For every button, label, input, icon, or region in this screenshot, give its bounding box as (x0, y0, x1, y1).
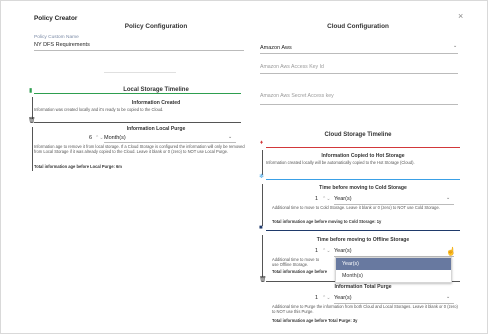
local-purge-title: Information Local Purge (126, 126, 186, 132)
total-purge-title: Information Total Purge (334, 284, 392, 290)
total-purge-desc: Additional time to Purge the information… (272, 304, 458, 314)
dropdown-option-years[interactable]: Year(s) (336, 258, 451, 270)
secret-key-input[interactable]: Amazon Aws Secret Access key (260, 93, 334, 99)
total-purge-stepper[interactable]: ⌃⌄ (322, 295, 331, 301)
dialog-title: Policy Creator (34, 15, 78, 22)
local-purge-total: Total information age before Local Purge… (34, 164, 122, 169)
local-purge-value[interactable]: 6 (89, 135, 92, 141)
policy-name-input[interactable]: NY DFS Requirements (34, 42, 90, 48)
unit-dropdown-menu: Year(s) Month(s) (335, 257, 452, 283)
local-purge-unit-select[interactable]: Month(s) (104, 135, 126, 141)
cold-unit-select[interactable]: Year(s) (334, 196, 352, 202)
local-purge-connector (32, 127, 33, 171)
policy-config-header: Policy Configuration (124, 23, 188, 30)
hot-title: Information Copied to Hot Storage (321, 153, 405, 159)
cloud-config-header: Cloud Configuration (327, 23, 389, 30)
cold-connector (262, 184, 263, 226)
total-purge-total: Total information age before Total Purge… (272, 318, 358, 323)
local-timeline-connector (32, 97, 33, 119)
chevron-down-icon[interactable]: ⌄ (446, 195, 450, 201)
flame-icon: ♦ (260, 140, 264, 146)
hot-desc: Information created locally will be auto… (266, 160, 415, 165)
hot-line (266, 147, 460, 148)
secret-key-underline (260, 104, 458, 105)
provider-underline (260, 53, 458, 54)
offline-connector (262, 235, 263, 277)
offline-value[interactable]: 1 (315, 248, 318, 254)
folder-icon: ■ (259, 225, 263, 231)
trash-icon: 🗑 (259, 277, 267, 283)
cold-total: Total information age before moving to C… (272, 219, 382, 224)
access-key-id-underline (260, 73, 458, 74)
offline-total: Total information age before (272, 269, 327, 274)
chevron-down-icon[interactable]: ⌄ (228, 134, 232, 140)
cold-title: Time before moving to Cold Storage (319, 185, 407, 191)
cold-stepper[interactable]: ⌃⌄ (322, 196, 331, 202)
local-purge-unit-underline (104, 142, 236, 143)
offline-unit-select[interactable]: Year(s) (334, 248, 352, 254)
close-icon[interactable]: × (458, 11, 463, 21)
created-title: Information Created (131, 100, 181, 106)
cold-line (266, 179, 460, 180)
policy-name-label: Policy Custom Name (34, 35, 79, 40)
offline-stepper[interactable]: ⌃⌄ (322, 248, 331, 254)
local-purge-line (34, 122, 241, 123)
cold-value[interactable]: 1 (315, 196, 318, 202)
total-purge-unit-select[interactable]: Year(s) (334, 295, 352, 301)
cold-desc: Additional time to move to Cold Storage.… (272, 205, 440, 210)
chevron-down-icon[interactable]: ⌄ (453, 43, 457, 49)
cloud-timeline-title: Cloud Storage Timeline (324, 132, 392, 138)
cloud-provider-select[interactable]: Amazon Aws (260, 45, 292, 51)
dropdown-option-months[interactable]: Month(s) (336, 270, 451, 282)
hot-connector (262, 150, 263, 175)
local-purge-stepper[interactable]: ⌃⌄ (95, 135, 104, 141)
local-purge-desc: Information age to remove it from local … (34, 144, 245, 154)
policy-name-underline (34, 50, 244, 51)
left-divider (104, 72, 176, 73)
snowflake-icon: ❄ (259, 174, 265, 180)
total-purge-value[interactable]: 1 (315, 295, 318, 301)
offline-title: Time before moving to Offline Storage (316, 237, 410, 243)
access-key-id-input[interactable]: Amazon Aws Access Key Id (260, 64, 324, 70)
document-icon: ▮ (29, 88, 33, 94)
created-desc: Information was created locally and it's… (34, 107, 164, 112)
chevron-down-icon[interactable]: ⌄ (446, 294, 450, 300)
offline-line (266, 230, 460, 231)
created-line (34, 93, 241, 94)
trash-icon: 🗑 (28, 118, 36, 124)
hand-cursor-icon: ☝ (446, 247, 456, 256)
